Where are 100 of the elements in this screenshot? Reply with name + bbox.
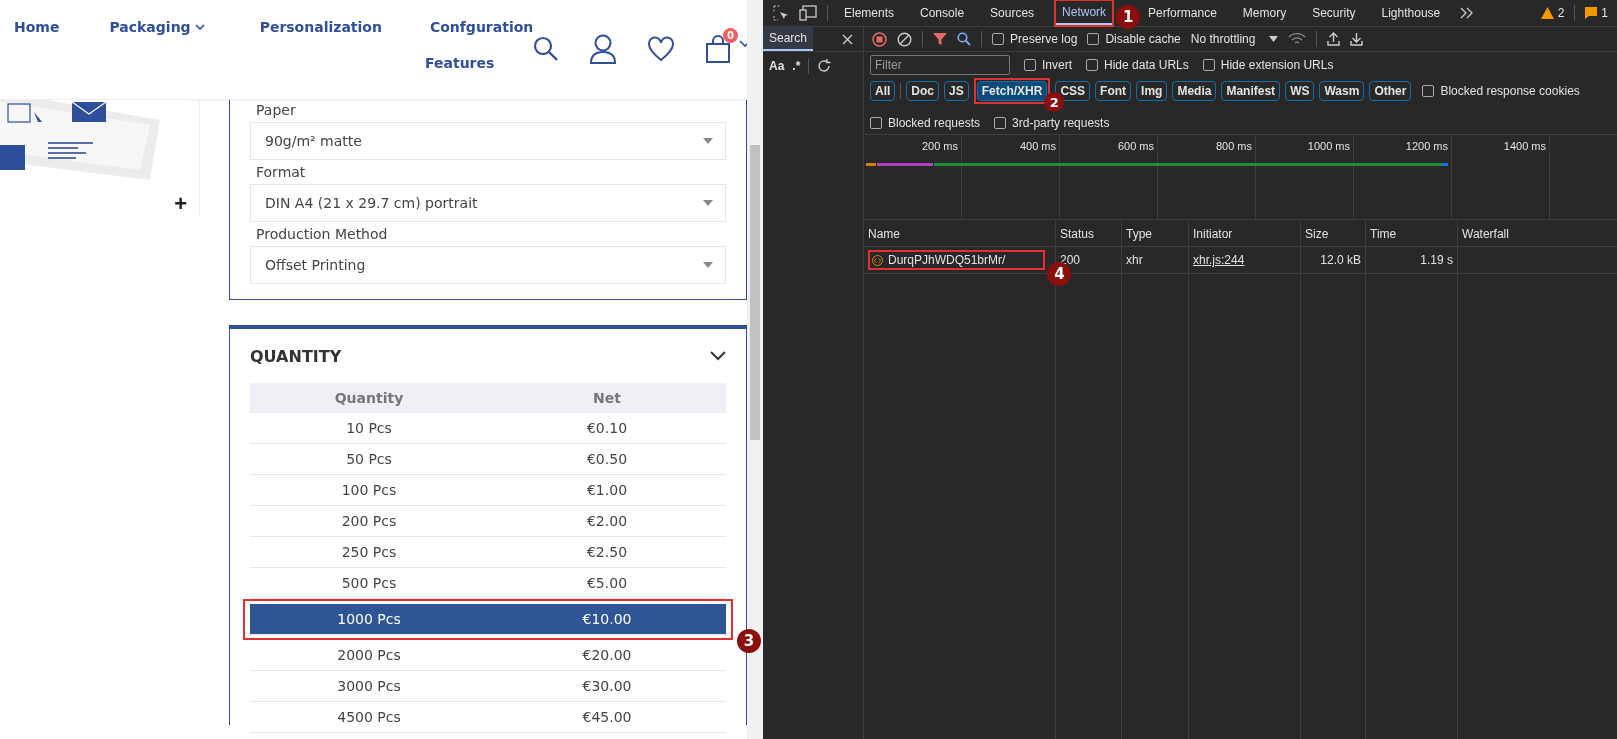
devtools-tab[interactable]: Performance	[1142, 2, 1223, 24]
stop-recording-icon[interactable]	[872, 31, 887, 47]
table-cell: €1.00	[586, 482, 628, 498]
filter-chip[interactable]: Img	[1136, 81, 1168, 101]
scrollbar-thumb[interactable]	[750, 145, 760, 440]
price-row[interactable]: 2000 Pcs €20.00	[250, 640, 726, 671]
time-tick-label: 600 ms	[1116, 140, 1155, 152]
checkbox[interactable]: Blocked requests	[870, 116, 981, 130]
heart-icon[interactable]	[647, 36, 675, 62]
filter-chip[interactable]: Font	[1095, 81, 1132, 101]
devtools-tab[interactable]: Console	[914, 2, 971, 24]
nav-link[interactable]: Packaging	[109, 19, 205, 35]
checkbox[interactable]: Disable cache	[1087, 32, 1181, 46]
column-header[interactable]: Status	[1056, 220, 1122, 246]
search-tab[interactable]: Search	[763, 27, 814, 51]
warning-icon	[1540, 7, 1554, 19]
upload-icon[interactable]	[1327, 32, 1341, 46]
price-row[interactable]: 10 Pcs €0.10	[250, 413, 726, 444]
column-header[interactable]: Waterfall	[1458, 220, 1617, 246]
price-row[interactable]: 3000 Pcs €30.00	[250, 671, 726, 702]
price-row[interactable]: 50 Pcs €0.50	[250, 444, 726, 475]
table-cell: €0.10	[586, 420, 628, 436]
table-cell: 4500 Pcs	[337, 709, 401, 725]
close-icon[interactable]	[842, 33, 853, 45]
devtools-tab[interactable]: Sources	[984, 2, 1041, 24]
filter-chip[interactable]: JS	[944, 81, 969, 101]
dropdown[interactable]: 90g/m² matte	[250, 122, 726, 160]
inspect-element-icon[interactable]	[773, 5, 789, 21]
devtools-tab[interactable]: Memory	[1236, 2, 1293, 24]
dropdown[interactable]: Offset Printing	[250, 246, 726, 284]
checkbox[interactable]: Invert	[1024, 58, 1072, 72]
filter-chip[interactable]: Doc	[906, 81, 939, 101]
column-header[interactable]: Name	[864, 220, 1056, 246]
price-row[interactable]: 100 Pcs €1.00	[250, 475, 726, 506]
checkbox[interactable]: Preserve log	[992, 32, 1078, 46]
initiator-link[interactable]: xhr.js:244	[1193, 253, 1245, 267]
column-header[interactable]: Initiator	[1189, 220, 1301, 246]
filter-chip[interactable]: Media	[1172, 81, 1217, 101]
refresh-icon[interactable]	[817, 59, 832, 73]
throttling-dropdown[interactable]: No throttling	[1190, 32, 1279, 46]
table-cell: xhr	[1126, 253, 1143, 267]
checkbox-box[interactable]	[1024, 59, 1036, 71]
filter-field[interactable]: Filter	[870, 55, 1010, 75]
devtools-tab[interactable]: Security	[1306, 2, 1362, 24]
checkbox-box[interactable]	[992, 33, 1004, 45]
section-title: QUANTITY	[250, 346, 342, 366]
column-header[interactable]: Type	[1122, 220, 1189, 246]
price-row[interactable]: 4500 Pcs €45.00	[250, 702, 726, 733]
request-name[interactable]: DurqPJhWDQ51brMr/	[872, 253, 1042, 267]
user-icon[interactable]	[589, 34, 617, 64]
nav-link[interactable]: Home	[14, 19, 60, 35]
nav-link[interactable]: Personalization	[259, 19, 382, 35]
search-icon[interactable]	[533, 36, 559, 62]
clear-icon[interactable]	[897, 31, 912, 47]
filter-chip[interactable]: Manifest	[1221, 81, 1281, 101]
table-cell: 1000 Pcs	[337, 611, 401, 627]
devtools-tab[interactable]: Lighthouse	[1375, 2, 1447, 24]
column-header[interactable]: Time	[1366, 220, 1458, 246]
more-tabs-icon[interactable]	[1460, 7, 1475, 19]
checkbox-box[interactable]	[1422, 85, 1435, 97]
devtools-tab[interactable]: Elements	[838, 2, 901, 24]
checkbox-label: Invert	[1042, 58, 1072, 72]
zoom-in-button[interactable]: +	[170, 194, 191, 214]
regex-toggle[interactable]: .*	[792, 59, 801, 73]
price-row[interactable]: 250 Pcs €2.50	[250, 537, 726, 568]
filter-icon[interactable]	[933, 32, 947, 46]
caret-down-icon	[1269, 36, 1279, 42]
column-header[interactable]: Size	[1301, 220, 1366, 246]
price-row[interactable]: 200 Pcs €2.00	[250, 506, 726, 537]
checkbox-box[interactable]	[1086, 59, 1098, 71]
timeline-overview[interactable]: 200 ms 400 ms 600 ms 800 ms 1000 ms 1200 ms 1400 ms	[864, 135, 1617, 220]
search-icon[interactable]	[957, 32, 971, 46]
nav-link[interactable]: Features	[425, 55, 495, 71]
checkbox-box[interactable]	[994, 117, 1007, 129]
column-header: Net	[593, 390, 621, 406]
filter-chip[interactable]: Other	[1369, 81, 1412, 101]
dropdown[interactable]: DIN A4 (21 x 29.7 cm) portrait	[250, 184, 726, 222]
checkbox-box[interactable]	[1087, 33, 1100, 45]
download-icon[interactable]	[1350, 32, 1364, 46]
filter-chip[interactable]: All	[870, 81, 896, 101]
price-row[interactable]: 500 Pcs €5.00	[250, 568, 726, 599]
filter-chip[interactable]: Fetch/XHR	[976, 81, 1048, 101]
checkbox-box[interactable]	[870, 117, 882, 129]
chevron-down-icon[interactable]	[710, 351, 726, 361]
checkbox[interactable]: 3rd-party requests	[994, 116, 1110, 130]
checkbox-box[interactable]	[1202, 59, 1215, 71]
wifi-settings-icon[interactable]	[1288, 32, 1307, 46]
warning-count[interactable]: 2	[1557, 6, 1565, 20]
issue-count[interactable]: 1	[1601, 6, 1608, 20]
filter-chip[interactable]: Wasm	[1319, 81, 1365, 101]
match-case-toggle[interactable]: Aa	[769, 59, 785, 73]
time-tick-label: 1000 ms	[1306, 140, 1351, 152]
checkbox[interactable]: Hide data URLs	[1086, 58, 1189, 72]
filter-chip[interactable]: WS	[1285, 81, 1315, 101]
table-cell: €5.00	[586, 575, 628, 591]
device-toolbar-icon[interactable]	[799, 5, 817, 21]
price-row[interactable]: 1000 Pcs €10.00	[250, 604, 726, 635]
nav-link[interactable]: Confguration	[429, 19, 534, 35]
checkbox-label: Hide data URLs	[1104, 58, 1189, 72]
devtools-tab[interactable]: Network	[1056, 1, 1113, 25]
